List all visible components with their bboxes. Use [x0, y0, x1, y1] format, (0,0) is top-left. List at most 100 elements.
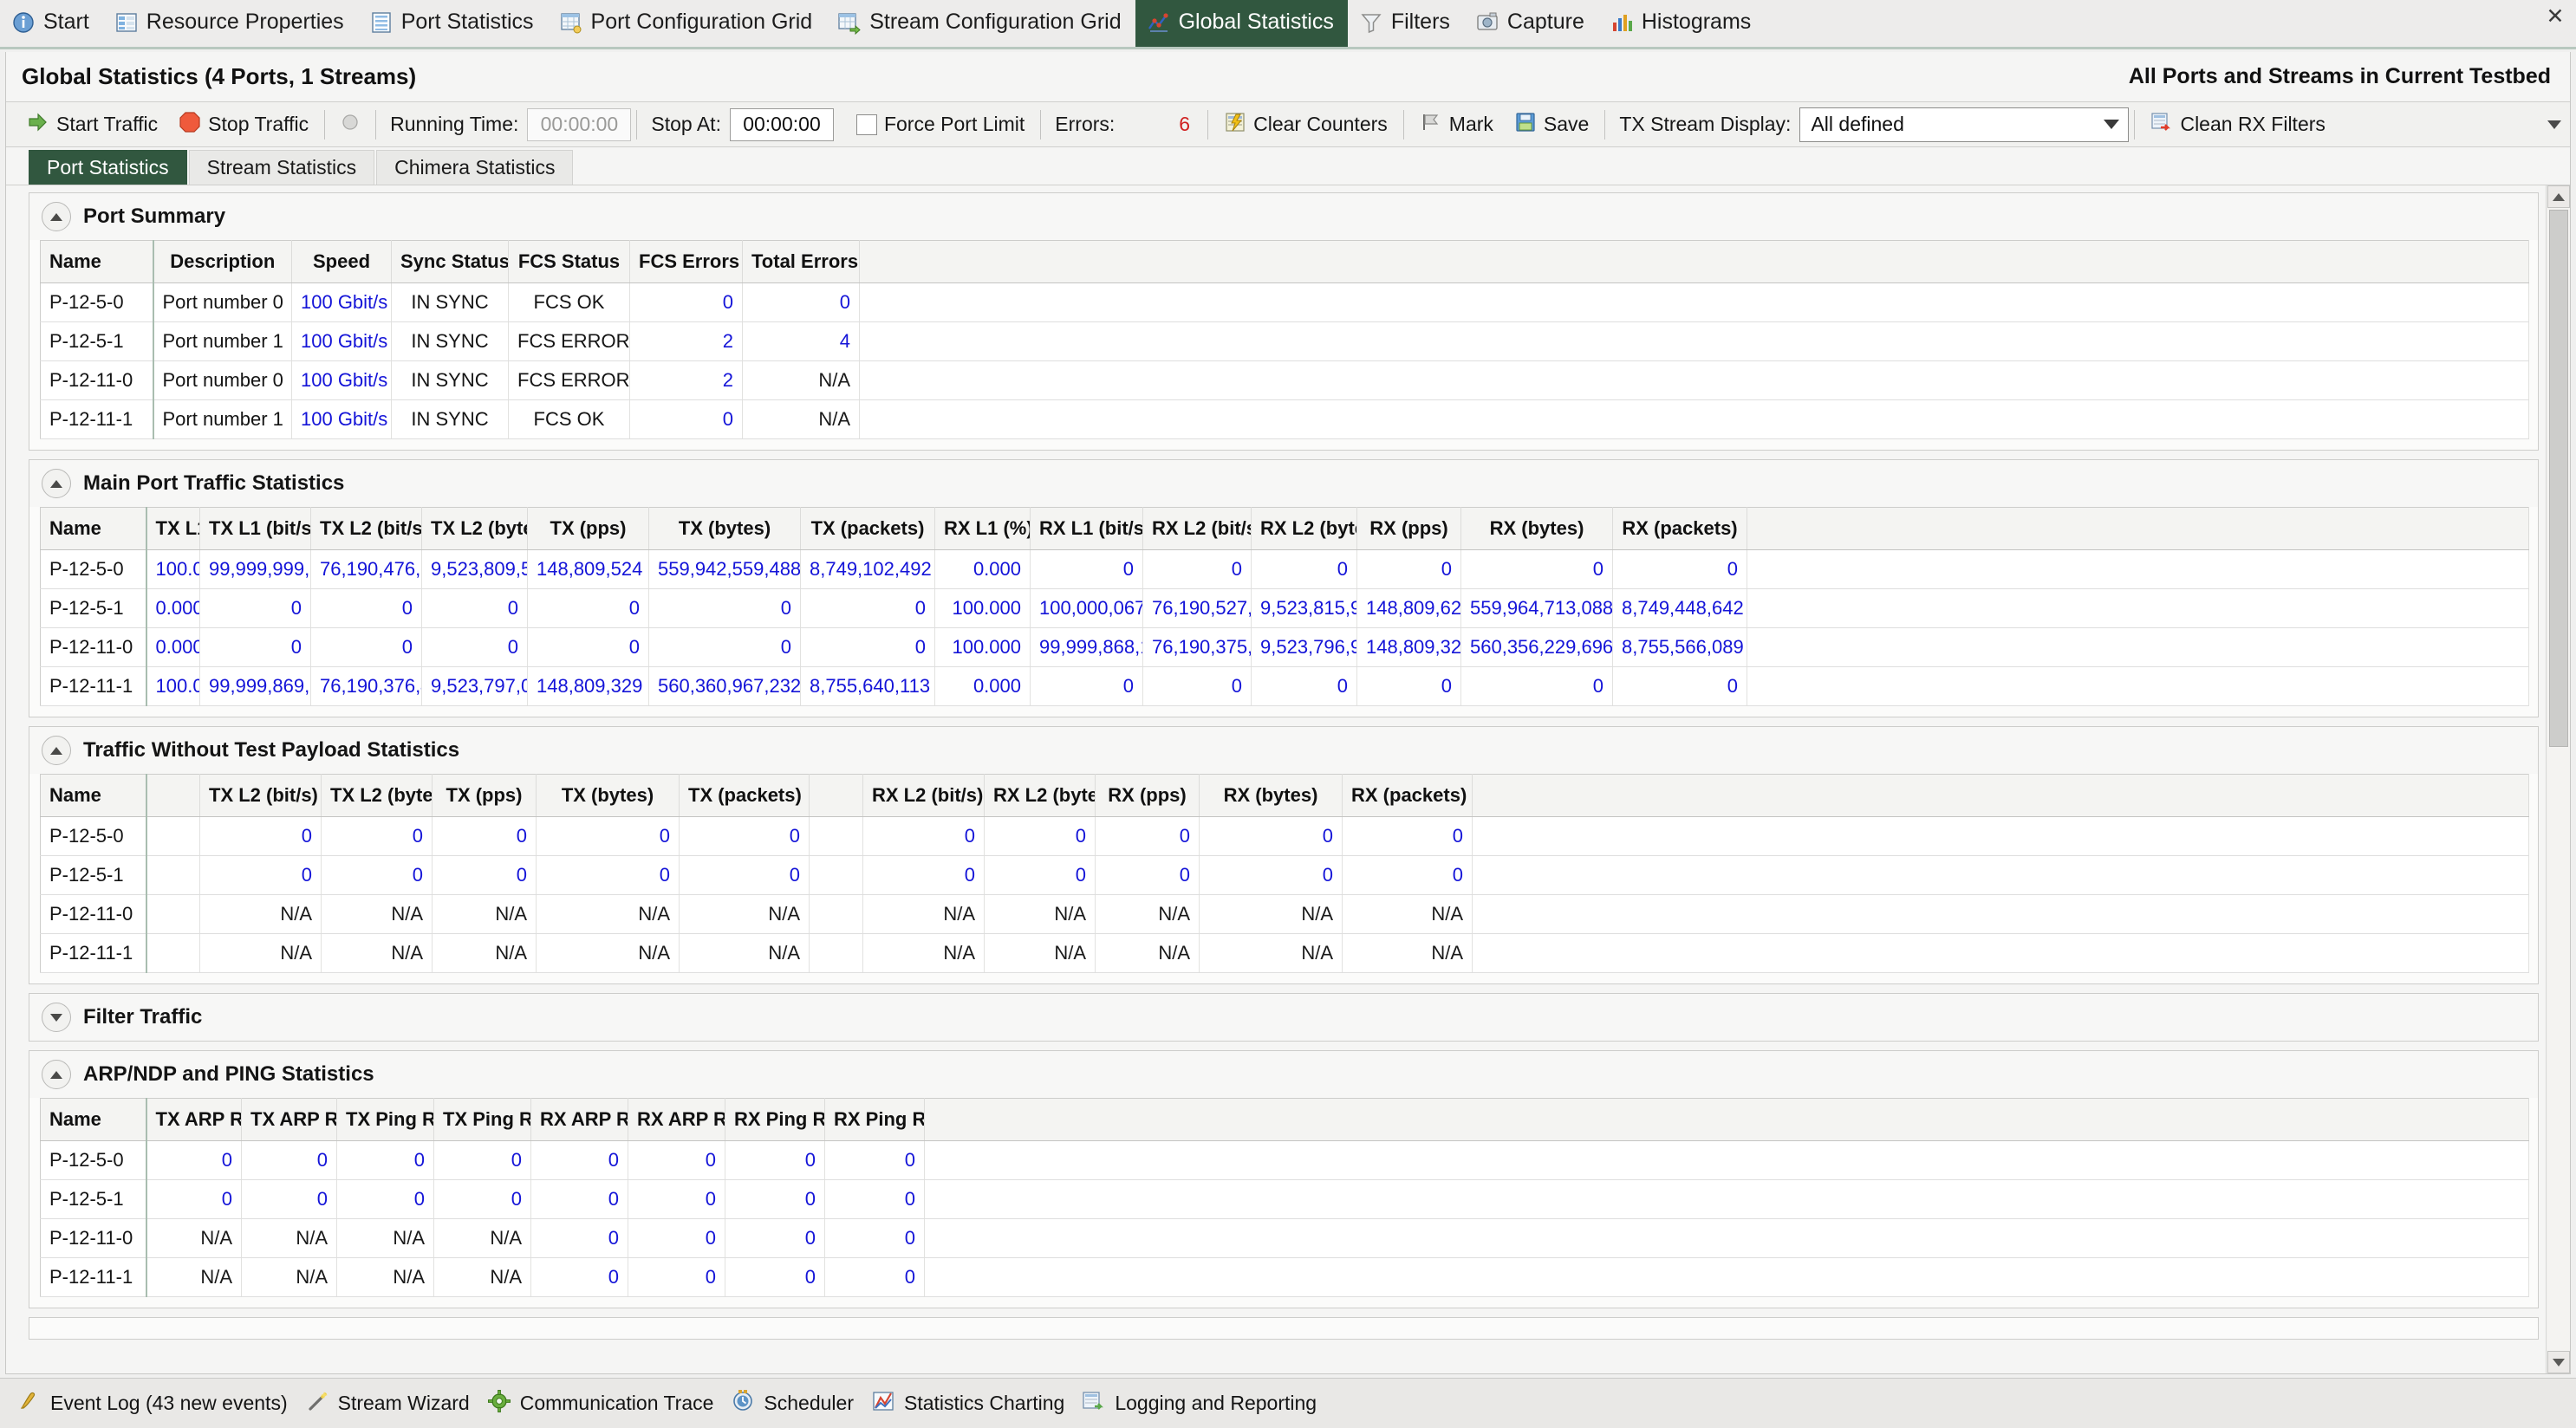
section-header-filter-traffic[interactable]: Filter Traffic [29, 994, 2538, 1041]
column-header[interactable]: Name [40, 507, 146, 550]
column-header[interactable]: RX (pps) [1356, 507, 1461, 550]
tab-capture[interactable]: Capture [1464, 0, 1598, 47]
column-header[interactable] [924, 1098, 2529, 1141]
scroll-up-button[interactable] [2547, 185, 2570, 208]
table-row[interactable]: P-12-11-1100.00099,999,869,1376,190,376,… [40, 666, 2529, 706]
status-item-communication-trace[interactable]: Communication Trace [484, 1385, 728, 1423]
column-header[interactable]: RX (bytes) [1199, 774, 1343, 817]
column-header[interactable]: TX L2 (bit/s) [310, 507, 422, 550]
column-header[interactable]: TX L2 (bytes/ [421, 507, 528, 550]
force-port-limit-checkbox[interactable] [855, 114, 877, 135]
status-item-event-log-43-new-events-[interactable]: Event Log (43 new events) [14, 1385, 302, 1423]
column-header[interactable]: RX ARP Req [530, 1098, 628, 1141]
column-header[interactable]: TX Ping Req [336, 1098, 434, 1141]
tab-resource-properties[interactable]: Resource Properties [103, 0, 358, 47]
tab-filters[interactable]: Filters [1348, 0, 1464, 47]
tab-stream-configuration-grid[interactable]: Stream Configuration Grid [826, 0, 1135, 47]
start-traffic-button[interactable]: Start Traffic [16, 107, 168, 143]
collapse-toggle-icon[interactable] [42, 1060, 71, 1089]
table-row[interactable]: P-12-11-1 Port number 1 100 Gbit/s IN SYNC F… [40, 399, 2529, 439]
mark-button[interactable]: Mark [1409, 107, 1504, 143]
clean-rx-filters-button[interactable]: Clean RX Filters [2140, 107, 2335, 143]
collapse-toggle-icon[interactable] [42, 736, 71, 765]
column-header[interactable]: Description [152, 240, 292, 283]
column-header[interactable]: TX (packets) [679, 774, 810, 817]
table-row[interactable]: P-12-5-0 Port number 0 100 Gbit/s IN SYNC FC… [40, 282, 2529, 322]
column-header[interactable]: Sync Status [391, 240, 509, 283]
tab-start[interactable]: Start [0, 0, 103, 47]
vertical-scrollbar[interactable] [2546, 185, 2570, 1373]
column-header[interactable] [859, 240, 2529, 283]
column-header[interactable]: Name [40, 240, 153, 283]
table-row[interactable]: P-12-5-0 0 0 0 0 0 0 0 0 0 0 [40, 816, 2529, 856]
force-port-limit-checkbox-row[interactable]: Force Port Limit [846, 107, 1035, 143]
column-header[interactable]: TX ARP Rep [241, 1098, 337, 1141]
subtab-port-statistics[interactable]: Port Statistics [29, 150, 187, 185]
table-row[interactable]: P-12-5-0100.00099,999,999,9376,190,476,0… [40, 549, 2529, 589]
column-header[interactable]: TX Ping Rep [433, 1098, 531, 1141]
section-header-traffic-without-payload[interactable]: Traffic Without Test Payload Statistics [29, 727, 2538, 774]
status-item-scheduler[interactable]: Scheduler [727, 1385, 868, 1423]
column-header[interactable]: TX ARP Req [145, 1098, 242, 1141]
column-header[interactable]: TX L2 (byte/s [321, 774, 433, 817]
column-header[interactable] [1472, 774, 2529, 817]
section-header-main-port-traffic[interactable]: Main Port Traffic Statistics [29, 460, 2538, 507]
column-header[interactable]: FCS Status [508, 240, 630, 283]
column-header[interactable]: FCS Errors [629, 240, 743, 283]
column-header[interactable]: TX L1 (bit/s) [199, 507, 311, 550]
record-toggle-button[interactable] [330, 107, 370, 143]
subtab-chimera-statistics[interactable]: Chimera Statistics [376, 150, 574, 185]
subtab-stream-statistics[interactable]: Stream Statistics [188, 150, 375, 185]
column-header[interactable]: RX L1 (bit/s) [1030, 507, 1143, 550]
table-row[interactable]: P-12-11-00.000000000100.00099,999,868,13… [40, 627, 2529, 667]
column-header[interactable]: RX (packets) [1612, 507, 1747, 550]
column-header[interactable]: TX L1 (% [145, 507, 200, 550]
column-header[interactable]: RX Ping Rep [824, 1098, 925, 1141]
tx-stream-display-select[interactable]: All defined [1799, 107, 2130, 142]
scroll-down-button[interactable] [2547, 1351, 2570, 1373]
column-header[interactable]: RX L2 (bit/s) [1142, 507, 1252, 550]
stop-at-input[interactable]: 00:00:00 [729, 107, 834, 141]
collapse-toggle-icon[interactable] [42, 202, 71, 231]
column-header[interactable]: TX (pps) [527, 507, 649, 550]
column-header[interactable]: RX L1 (%) [934, 507, 1031, 550]
table-row[interactable]: P-12-11-1 N/A N/A N/A N/A 0 0 0 0 [40, 1257, 2529, 1297]
column-header[interactable]: Name [40, 1098, 146, 1141]
column-header[interactable]: RX L2 (byte/s [1251, 507, 1357, 550]
collapse-toggle-icon[interactable] [42, 469, 71, 498]
table-row[interactable]: P-12-5-0 0 0 0 0 0 0 0 0 [40, 1140, 2529, 1180]
toolbar-overflow-button[interactable] [2547, 120, 2561, 129]
column-header[interactable]: Total Errors [742, 240, 860, 283]
table-row[interactable]: P-12-11-0 Port number 0 100 Gbit/s IN SYNC F… [40, 360, 2529, 400]
tab-port-configuration-grid[interactable]: Port Configuration Grid [548, 0, 827, 47]
table-row[interactable]: P-12-11-0 N/A N/A N/A N/A N/A N/A N/A N/A N/A N/A [40, 894, 2529, 934]
column-header[interactable]: RX (packets) [1342, 774, 1473, 817]
column-header[interactable]: TX (bytes) [536, 774, 680, 817]
status-item-statistics-charting[interactable]: Statistics Charting [868, 1385, 1078, 1423]
column-header[interactable]: RX ARP Rep [628, 1098, 725, 1141]
stop-traffic-button[interactable]: Stop Traffic [168, 107, 319, 143]
status-item-logging-and-reporting[interactable]: Logging and Reporting [1078, 1385, 1330, 1423]
column-header[interactable]: Speed [291, 240, 392, 283]
tab-histograms[interactable]: Histograms [1598, 0, 1765, 47]
table-row[interactable]: P-12-5-1 Port number 1 100 Gbit/s IN SYNC FC… [40, 321, 2529, 361]
status-item-stream-wizard[interactable]: Stream Wizard [302, 1385, 484, 1423]
save-button[interactable]: Save [1504, 107, 1599, 143]
column-header[interactable]: Name [40, 774, 146, 817]
column-header[interactable]: RX (pps) [1095, 774, 1200, 817]
section-header-arp-ndp-ping[interactable]: ARP/NDP and PING Statistics [29, 1051, 2538, 1098]
tab-global-statistics[interactable]: Global Statistics [1135, 0, 1348, 47]
column-header[interactable] [145, 774, 200, 817]
section-header-port-summary[interactable]: Port Summary [29, 193, 2538, 240]
column-header[interactable]: TX (pps) [432, 774, 537, 817]
column-header[interactable]: TX (bytes) [648, 507, 801, 550]
close-icon[interactable]: ✕ [2543, 5, 2567, 29]
expand-toggle-icon[interactable] [42, 1003, 71, 1032]
table-row[interactable]: P-12-5-10.000000000100.000100,000,067,47… [40, 588, 2529, 628]
column-header[interactable] [1747, 507, 2529, 550]
table-row[interactable]: P-12-11-0 N/A N/A N/A N/A 0 0 0 0 [40, 1218, 2529, 1258]
scrollbar-track[interactable] [2547, 208, 2570, 1351]
scrollbar-thumb[interactable] [2548, 210, 2568, 747]
table-row[interactable]: P-12-5-1 0 0 0 0 0 0 0 0 [40, 1179, 2529, 1219]
column-header[interactable]: RX L2 (bit/s) [862, 774, 985, 817]
